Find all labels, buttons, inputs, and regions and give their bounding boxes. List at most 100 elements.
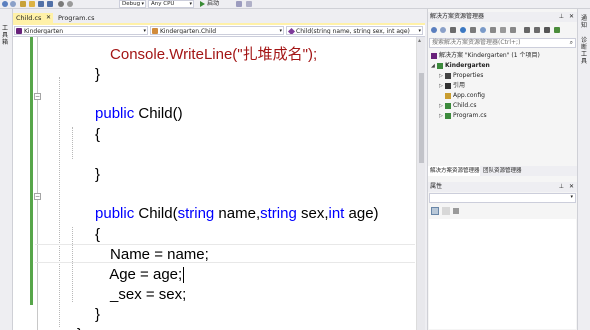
chevron-down-icon: ▾ xyxy=(141,1,144,7)
project-value: Kindergarten xyxy=(24,28,64,35)
pin-icon[interactable]: ⊥ xyxy=(559,182,564,192)
panel-bottom-tabs: 解决方案资源管理器 团队资源管理器 xyxy=(428,166,578,176)
platform-dropdown[interactable]: Any CPU ▾ xyxy=(148,0,194,8)
tree-item-properties[interactable]: ▷ Properties xyxy=(439,71,483,80)
configuration-dropdown[interactable]: Debug ▾ xyxy=(119,0,146,8)
search-icon[interactable]: ⌕ xyxy=(570,39,573,47)
save-all-icon[interactable] xyxy=(47,1,53,7)
forward-icon[interactable] xyxy=(440,27,446,33)
code-line: public Child() xyxy=(70,84,183,122)
wrench-icon xyxy=(445,72,451,79)
tree-item-program-cs[interactable]: ▷ Program.cs xyxy=(439,111,487,120)
chevron-down-icon: ▾ xyxy=(418,28,421,34)
search-input[interactable]: 搜索解决方案资源管理器(Ctrl+;) ⌕ xyxy=(429,38,576,48)
keyword-string: string xyxy=(177,205,215,222)
tree-item-child-cs[interactable]: ▷ Child.cs xyxy=(439,101,476,110)
keyword-public: public xyxy=(95,205,135,222)
start-debug-icon[interactable] xyxy=(200,1,205,7)
code-text: Child() xyxy=(134,105,183,122)
code-line: { xyxy=(70,205,100,243)
properties-toolbar xyxy=(428,205,578,217)
type-value: Kindergarten.Child xyxy=(160,28,217,35)
start-button[interactable]: 启动 xyxy=(207,0,219,8)
collapse-toggle[interactable]: − xyxy=(34,193,41,200)
redo-icon[interactable] xyxy=(67,1,73,7)
pending-changes-icon[interactable] xyxy=(470,27,476,33)
properties-object-dropdown[interactable]: ▾ xyxy=(429,193,576,203)
home-icon[interactable] xyxy=(450,27,456,33)
code-text: } xyxy=(77,326,82,330)
wrench-icon[interactable] xyxy=(544,27,550,33)
close-icon[interactable]: ✕ xyxy=(569,182,574,192)
alphabetical-icon[interactable] xyxy=(442,207,450,215)
vs-window: Debug ▾ Any CPU ▾ 启动 工具箱 Child.cs ✕ Prog… xyxy=(0,0,590,330)
tree-item-label: App.config xyxy=(453,92,485,99)
tab-child-cs[interactable]: Child.cs ✕ xyxy=(13,13,53,23)
editor-scrollbar[interactable]: ▴ xyxy=(416,37,425,330)
code-text: sex, xyxy=(296,205,329,222)
toolbar-extra-icon[interactable] xyxy=(246,1,252,7)
tab-program-cs[interactable]: Program.cs xyxy=(55,13,99,23)
properties-icon[interactable] xyxy=(510,27,516,33)
solution-icon xyxy=(431,52,437,59)
navigation-bar: Kindergarten ▾ Kindergarten.Child ▾ Chil… xyxy=(13,25,425,37)
forward-icon[interactable] xyxy=(10,1,16,7)
back-icon[interactable] xyxy=(2,1,8,7)
scrollbar-thumb[interactable] xyxy=(419,73,424,163)
solution-explorer-panel: 解决方案资源管理器 ⊥ ✕ 搜索解决方案资源管理器(Ctrl+;) ⌕ 解决方案… xyxy=(427,9,578,330)
preview-icon[interactable] xyxy=(534,27,540,33)
tab-label: Program.cs xyxy=(58,14,95,22)
notifications-label[interactable]: 通知 xyxy=(581,15,588,29)
diagnostic-tools-label[interactable]: 诊断工具 xyxy=(581,37,588,65)
keyword-public: public xyxy=(95,105,135,122)
code-line: } xyxy=(70,145,100,183)
properties-grid[interactable] xyxy=(429,219,576,329)
view-code-icon[interactable] xyxy=(524,27,530,33)
outline-line xyxy=(37,37,38,330)
refresh-icon[interactable] xyxy=(480,27,486,33)
toolbox-strip[interactable]: 工具箱 xyxy=(0,9,13,330)
keyword-string: string xyxy=(260,205,297,222)
tree-item-project[interactable]: ◢ Kindergarten xyxy=(431,61,490,70)
toolbar-extra-icon[interactable] xyxy=(236,1,242,7)
save-icon[interactable] xyxy=(38,1,44,7)
wrench-icon[interactable] xyxy=(453,208,459,214)
member-dropdown[interactable]: Child(string name, string sex, int age) … xyxy=(286,26,423,35)
properties-title-bar: 属性 ⊥ ✕ xyxy=(428,182,578,192)
sync-icon[interactable] xyxy=(460,27,466,33)
collapse-all-icon[interactable] xyxy=(490,27,496,33)
close-icon[interactable]: ✕ xyxy=(569,12,574,22)
toolbox-label[interactable]: 工具箱 xyxy=(2,25,10,46)
panel-title: 解决方案资源管理器 xyxy=(430,13,485,20)
tree-item-label: Child.cs xyxy=(453,102,477,109)
tree-item-references[interactable]: ▷ 引用 xyxy=(439,81,465,90)
tree-item-label: 解决方案 "Kindergarten" (1 个项目) xyxy=(439,52,540,59)
tree-item-app-config[interactable]: App.config xyxy=(445,91,485,100)
csharp-file-icon xyxy=(445,102,451,109)
tab-team-explorer[interactable]: 团队资源管理器 xyxy=(481,166,525,176)
platform-value: Any CPU xyxy=(151,1,175,7)
categorized-icon[interactable] xyxy=(431,207,439,215)
open-file-icon[interactable] xyxy=(29,1,35,7)
tab-solution-explorer[interactable]: 解决方案资源管理器 xyxy=(428,166,480,176)
close-icon[interactable]: ✕ xyxy=(46,13,51,23)
solution-explorer-toolbar xyxy=(428,24,578,36)
scroll-up-icon[interactable]: ▴ xyxy=(418,37,421,44)
type-dropdown[interactable]: Kindergarten.Child ▾ xyxy=(150,26,284,35)
chevron-down-icon: ▾ xyxy=(189,1,192,7)
collapse-toggle[interactable]: − xyxy=(34,93,41,100)
code-line: Name = name; xyxy=(85,225,209,263)
project-dropdown[interactable]: Kindergarten ▾ xyxy=(14,26,148,35)
preview-selected-icon[interactable] xyxy=(554,27,560,33)
show-all-files-icon[interactable] xyxy=(500,27,506,33)
code-text: _sex = sex; xyxy=(110,286,187,303)
indent-guide xyxy=(59,77,60,327)
back-icon[interactable] xyxy=(431,27,437,33)
tab-label: 团队资源管理器 xyxy=(483,168,522,174)
new-project-icon[interactable] xyxy=(20,1,26,7)
tree-item-solution[interactable]: 解决方案 "Kindergarten" (1 个项目) xyxy=(431,51,540,60)
pin-icon[interactable]: ⊥ xyxy=(559,12,564,22)
csharp-file-icon xyxy=(445,112,451,119)
undo-icon[interactable] xyxy=(58,1,64,7)
code-editor[interactable]: − − Console.WriteLine("扎堆成名"); } public … xyxy=(13,37,416,330)
